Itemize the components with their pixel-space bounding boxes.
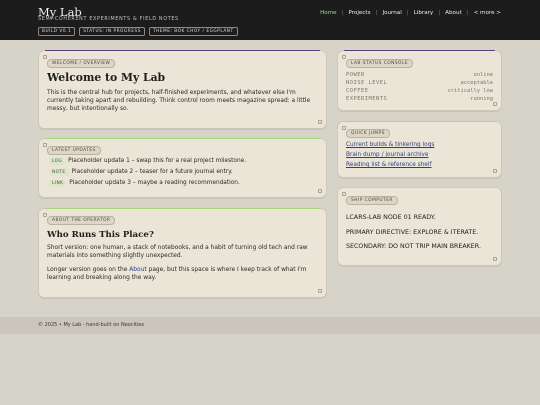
update-item: LOG Placeholder update 1 – swap this for … (49, 158, 246, 165)
card-accent-bar (45, 208, 320, 210)
corner-mark (342, 192, 346, 196)
nav-separator: | (341, 10, 344, 16)
nav-journal[interactable]: Journal (381, 10, 402, 16)
log-badge: LOG (49, 158, 66, 165)
nav-library[interactable]: Library (413, 10, 435, 16)
operator-card: ABOUT THE OPERATOR Who Runs This Place? … (38, 208, 327, 298)
ship-line: SECONDARY: DO NOT TRIP MAIN BREAKER. (346, 243, 481, 250)
site-header: My Lab SEMI-COHERENT EXPERIMENTS & FIELD… (0, 0, 540, 40)
status-pill: STATUS: IN PROGRESS (79, 27, 145, 36)
updates-card: LATEST UPDATES LOG Placeholder update 1 –… (38, 138, 327, 198)
welcome-body: This is the central hub for projects, ha… (47, 90, 311, 112)
corner-mark (493, 102, 497, 106)
corner-mark (318, 189, 322, 193)
link-badge: LINK (49, 180, 67, 187)
nav-separator: | (406, 10, 409, 16)
update-text: Placeholder update 3 – maybe a reading r… (69, 180, 240, 186)
corner-mark (43, 55, 47, 59)
nav-home[interactable]: Home (319, 10, 338, 16)
site-tagline: SEMI-COHERENT EXPERIMENTS & FIELD NOTES (38, 17, 179, 22)
console-value: online (473, 72, 493, 78)
nav-separator: | (466, 10, 469, 16)
link-builds[interactable]: Current builds & tinkering logs (346, 142, 434, 148)
operator-body-2: Longer version goes on the About page, b… (47, 266, 321, 282)
corner-mark (493, 169, 497, 173)
card-accent-bar (45, 138, 320, 140)
console-key: EXPERIMENTS (346, 96, 388, 102)
nav-about[interactable]: About (444, 10, 463, 16)
footer-text: © 2025 • My Lab · hand-built on Neocitie… (38, 322, 145, 328)
nav-projects[interactable]: Projects (347, 10, 371, 16)
console-key: NOISE LEVEL (346, 80, 388, 86)
update-item: NOTE Placeholder update 2 – teaser for a … (49, 169, 233, 176)
ship-line: LCARS-LAB NODE 01 READY. (346, 214, 436, 221)
console-value: running (470, 96, 493, 102)
nav-separator: | (375, 10, 378, 16)
corner-mark (318, 120, 322, 124)
updates-tag: LATEST UPDATES (47, 146, 101, 155)
theme-pill: THEME: BOK CHOY / EGGPLANT (148, 27, 238, 36)
welcome-title: Welcome to My Lab (47, 71, 166, 84)
status-pills: BUILD V0.1 STATUS: IN PROGRESS THEME: BO… (38, 27, 238, 36)
operator-body-2-pre: Longer version goes on the (47, 267, 130, 273)
update-text: Placeholder update 2 – teaser for a futu… (71, 169, 233, 175)
card-accent-bar (344, 50, 495, 52)
corner-mark (493, 257, 497, 261)
welcome-card: WELCOME / OVERVIEW Welcome to My Lab Thi… (38, 50, 327, 129)
operator-body-1: Short version: one human, a stack of not… (47, 245, 308, 259)
operator-title: Who Runs This Place? (47, 230, 154, 240)
link-reading[interactable]: Reading list & reference shelf (346, 162, 432, 168)
nav-separator: | (438, 10, 441, 16)
card-accent-bar (45, 50, 320, 52)
update-item: LINK Placeholder update 3 – maybe a readi… (49, 180, 240, 187)
build-pill: BUILD V0.1 (38, 27, 76, 36)
ship-computer-card: SHIP COMPUTER LCARS-LAB NODE 01 READY. P… (337, 187, 502, 266)
link-journal[interactable]: Brain dump / journal archive (346, 152, 428, 158)
site-footer: © 2025 • My Lab · hand-built on Neocitie… (0, 317, 540, 334)
quick-jumps-card: QUICK JUMPS Current builds & tinkering l… (337, 121, 502, 178)
update-text: Placeholder update 1 – swap this for a r… (68, 158, 247, 164)
welcome-tag: WELCOME / OVERVIEW (47, 59, 116, 68)
console-value: critically low (447, 88, 493, 94)
corner-mark (43, 213, 47, 217)
corner-mark (43, 143, 47, 147)
console-key: POWER (346, 72, 365, 78)
note-badge: NOTE (49, 169, 69, 176)
about-link[interactable]: About (129, 267, 146, 273)
ship-tag: SHIP COMPUTER (346, 196, 398, 205)
operator-tag: ABOUT THE OPERATOR (47, 216, 116, 225)
console-value: acceptable (460, 80, 493, 86)
corner-mark (342, 55, 346, 59)
quick-tag: QUICK JUMPS (346, 129, 390, 138)
console-tag: LAB STATUS CONSOLE (346, 59, 414, 68)
corner-mark (342, 126, 346, 130)
nav-more[interactable]: < more > (473, 10, 502, 16)
ship-line: PRIMARY DIRECTIVE: EXPLORE & ITERATE. (346, 229, 479, 236)
console-key: COFFEE (346, 88, 369, 94)
main-nav: Home | Projects | Journal | Library | Ab… (319, 10, 502, 16)
status-console-card: LAB STATUS CONSOLE POWER online NOISE LE… (337, 50, 502, 111)
corner-mark (318, 289, 322, 293)
card-accent-bar (344, 121, 495, 123)
